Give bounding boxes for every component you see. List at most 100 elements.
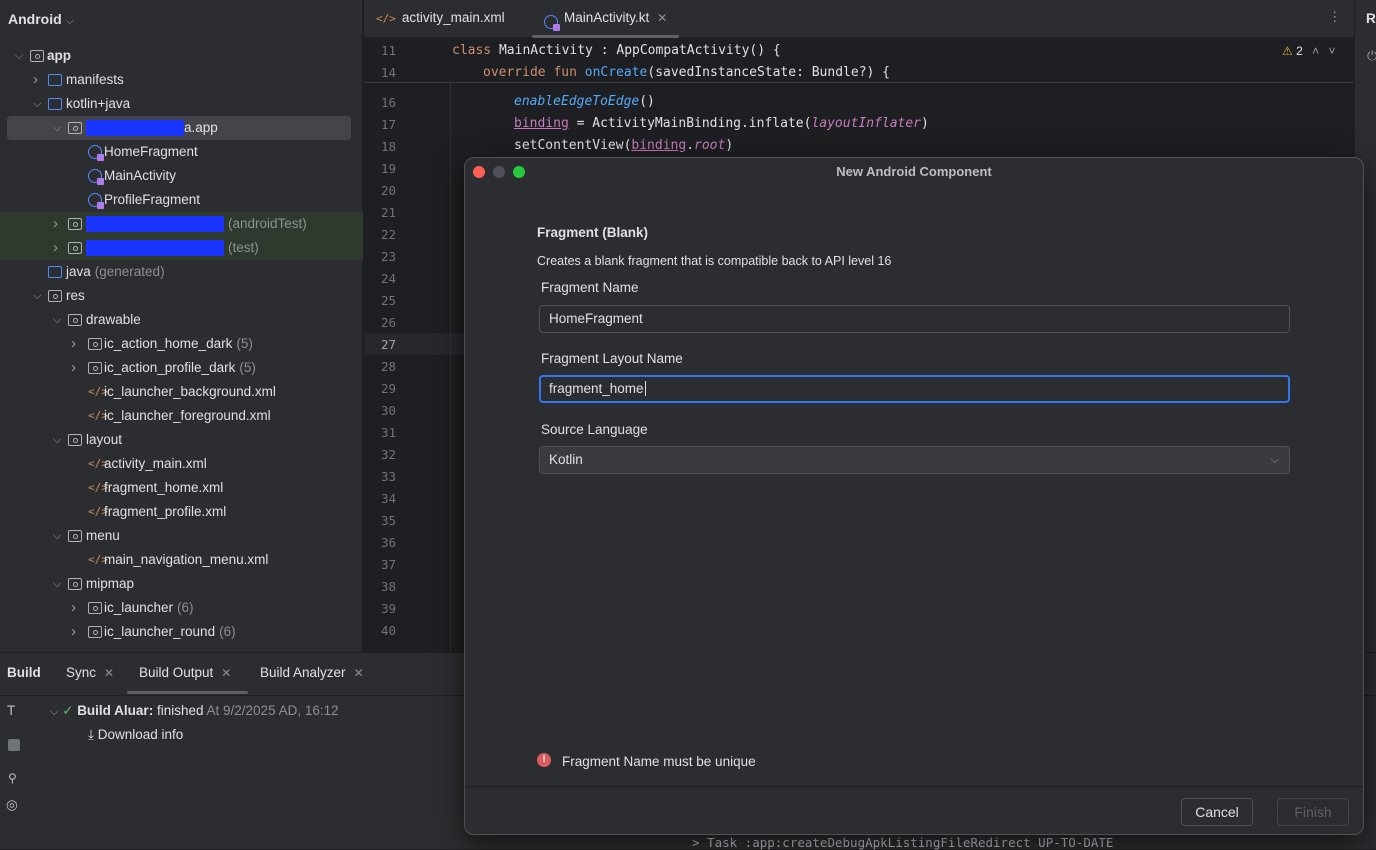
redacted-name: [86, 216, 224, 233]
download-info[interactable]: ⤓ Download info: [88, 727, 183, 743]
source-language-select[interactable]: Kotlin ⌵: [539, 446, 1290, 474]
tree-item[interactable]: › ic_launcher_round (6): [0, 620, 363, 644]
line-number: 27: [380, 337, 396, 352]
line-number: 38: [380, 579, 396, 594]
tree-item[interactable]: </> fragment_profile.xml: [0, 500, 363, 524]
line-number: 29: [380, 381, 396, 396]
chevron-down-icon[interactable]: ⌵: [53, 308, 61, 332]
build-log-line: > Task :app:createDebugApkListingFileRed…: [692, 835, 1114, 850]
module-icon: [30, 50, 44, 62]
tree-item[interactable]: › ic_action_profile_dark (5): [0, 356, 363, 380]
chevron-right-icon[interactable]: ›: [71, 596, 76, 620]
chevron-right-icon[interactable]: ›: [33, 68, 38, 92]
line-number: 24: [380, 271, 396, 286]
package-icon: [88, 602, 102, 614]
pin-icon[interactable]: ⚲: [8, 771, 17, 785]
warnings-indicator[interactable]: ⚠ 2 ˄ ˅: [1282, 44, 1336, 58]
package-icon: [68, 122, 82, 134]
line-number: 20: [380, 183, 396, 198]
tree-item[interactable]: › (test): [0, 236, 363, 260]
code-line-17: binding = ActivityMainBinding.inflate(la…: [514, 116, 929, 131]
tree-item[interactable]: › (androidTest): [0, 212, 363, 236]
tree-item-suffix: (test): [228, 240, 259, 255]
line-number: 26: [380, 315, 396, 330]
tree-item[interactable]: </> fragment_home.xml: [0, 476, 363, 500]
tree-item[interactable]: </> activity_main.xml: [0, 452, 363, 476]
tree-item[interactable]: › manifests: [0, 68, 363, 92]
close-icon: ✕: [104, 666, 115, 680]
tree-item[interactable]: ⌵ layout: [0, 428, 363, 452]
tree-item[interactable]: › ic_action_home_dark (5): [0, 332, 363, 356]
tab-build-output[interactable]: Build Output ✕: [139, 665, 231, 680]
package-icon: [68, 578, 82, 590]
close-icon[interactable]: ✕: [657, 11, 667, 25]
chevron-down-icon[interactable]: ⌵: [53, 428, 61, 452]
hammer-icon[interactable]: T: [7, 703, 15, 718]
chevron-right-icon[interactable]: ›: [53, 212, 58, 236]
tab-build-analyzer[interactable]: Build Analyzer ✕: [260, 665, 364, 680]
layout-name-input[interactable]: fragment_home: [539, 375, 1290, 403]
tree-item[interactable]: ⌵ res: [0, 284, 363, 308]
chevron-down-icon[interactable]: ⌵: [53, 116, 61, 140]
chevron-down-icon: ⌵: [65, 15, 74, 27]
tree-item[interactable]: ⌵ kotlin+java: [0, 92, 363, 116]
tree-item-label: fragment_profile.xml: [104, 504, 227, 519]
chevron-down-icon[interactable]: ⌵: [15, 44, 23, 68]
tree-item[interactable]: ProfileFragment: [0, 188, 363, 212]
chevron-down-icon[interactable]: ⌵: [53, 572, 61, 596]
tree-item[interactable]: ⌵ a.app: [7, 116, 351, 140]
chevron-right-icon[interactable]: ›: [71, 620, 76, 644]
tree-item[interactable]: ⌵ app: [0, 44, 363, 68]
more-options-icon[interactable]: ⋮: [1328, 9, 1342, 25]
error-message: Fragment Name must be unique: [562, 754, 756, 769]
tab-main-activity-kt[interactable]: MainActivity.kt ✕: [531, 0, 680, 38]
chevron-down-icon[interactable]: ⌵: [33, 284, 41, 308]
line-number: 22: [380, 227, 396, 242]
tree-item[interactable]: </> ic_launcher_background.xml: [0, 380, 363, 404]
tab-sync[interactable]: Sync ✕: [66, 665, 114, 680]
chevron-down-icon: ⌵: [50, 706, 59, 718]
cancel-button[interactable]: Cancel: [1181, 798, 1253, 826]
tree-item[interactable]: ⌵ drawable: [0, 308, 363, 332]
right-panel-label[interactable]: R: [1366, 11, 1376, 26]
tab-activity-main-xml[interactable]: </> activity_main.xml: [376, 0, 505, 38]
package-icon: [68, 242, 82, 254]
tree-item-label: manifests: [66, 72, 124, 87]
chevron-right-icon[interactable]: ›: [53, 236, 58, 260]
tree-item[interactable]: java (generated): [0, 260, 363, 284]
tree-item[interactable]: ⌵ menu: [0, 524, 363, 548]
power-icon[interactable]: ⏻: [1367, 48, 1376, 64]
chevron-right-icon[interactable]: ›: [71, 356, 76, 380]
tree-item[interactable]: MainActivity: [0, 164, 363, 188]
tree-item[interactable]: ⌵ mipmap: [0, 572, 363, 596]
next-icon[interactable]: ˅: [1329, 44, 1336, 58]
sticky-line: class MainActivity : AppCompatActivity()…: [452, 43, 781, 58]
tab-label: activity_main.xml: [401, 10, 505, 25]
folder-icon: [48, 266, 62, 278]
previous-icon[interactable]: ˄: [1312, 44, 1319, 58]
finish-button[interactable]: Finish: [1277, 798, 1349, 826]
tree-item-label: layout: [86, 432, 123, 447]
fragment-name-label: Fragment Name: [541, 280, 639, 295]
fragment-name-input[interactable]: HomeFragment: [539, 305, 1290, 333]
tree-item[interactable]: </> ic_launcher_foreground.xml: [0, 404, 363, 428]
line-number: 28: [380, 359, 396, 374]
line-number: 35: [380, 513, 396, 528]
tree-item-label: ic_launcher_background.xml: [104, 384, 276, 399]
project-view-selector[interactable]: Android ⌵: [8, 11, 74, 28]
tree-item[interactable]: </> main_navigation_menu.xml: [0, 548, 363, 572]
kotlin-class-icon: [544, 15, 560, 31]
chevron-down-icon[interactable]: ⌵: [33, 92, 41, 116]
stop-icon[interactable]: [8, 739, 20, 751]
tree-item[interactable]: › ic_launcher (6): [0, 596, 363, 620]
tree-item-label: ic_launcher_foreground.xml: [104, 408, 271, 423]
eye-icon[interactable]: ◎: [6, 797, 18, 813]
tree-item-suffix: (androidTest): [228, 216, 307, 231]
tree-item[interactable]: HomeFragment: [0, 140, 363, 164]
res-folder-icon: [48, 290, 62, 302]
build-status-row[interactable]: ⌵ ✓ Build Aluar: finished At 9/2/2025 AD…: [50, 703, 339, 719]
chevron-down-icon[interactable]: ⌵: [53, 524, 61, 548]
warning-icon: ⚠: [1282, 44, 1293, 58]
editor-tabs: </> activity_main.xml MainActivity.kt ✕ ⋮: [364, 0, 1354, 38]
chevron-right-icon[interactable]: ›: [71, 332, 76, 356]
